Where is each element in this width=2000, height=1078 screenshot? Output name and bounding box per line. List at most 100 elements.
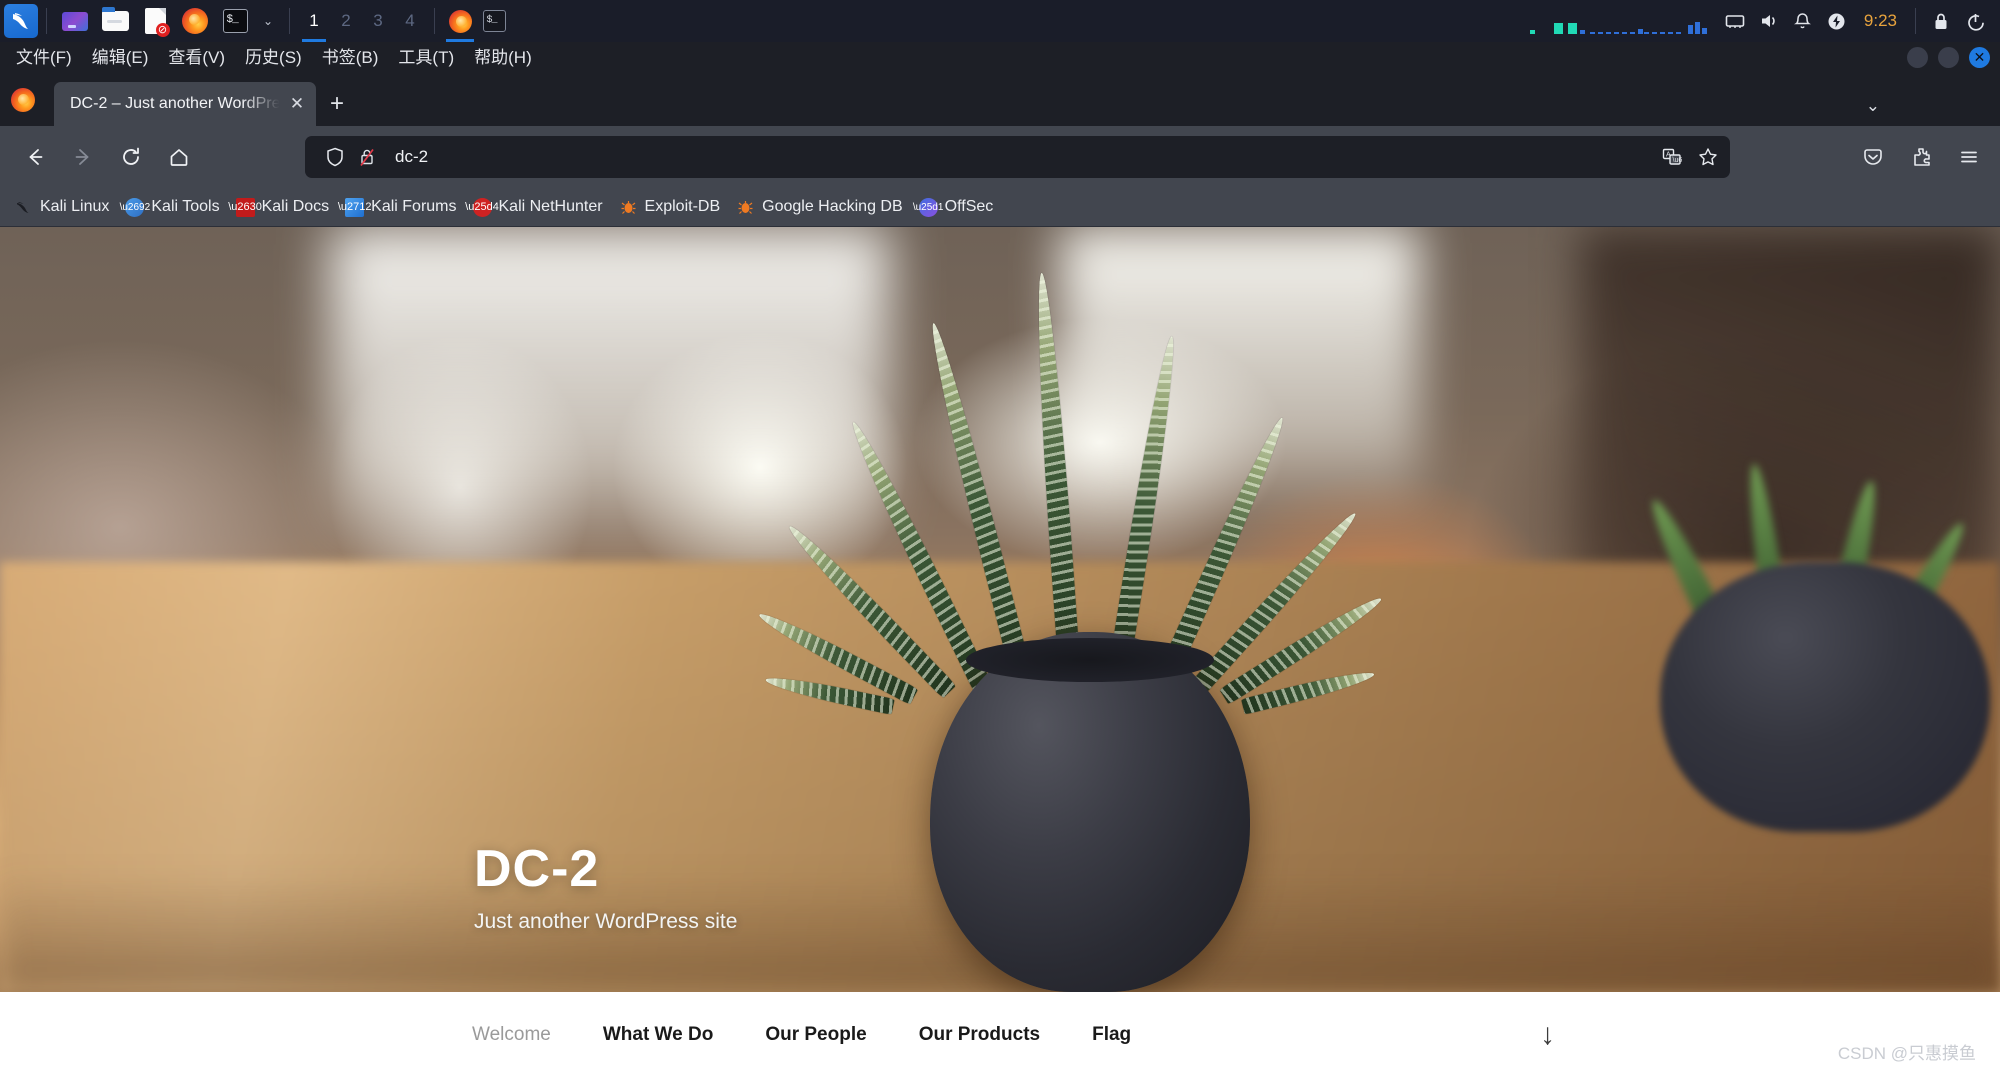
- bookmark-kali-nethunter[interactable]: \u25d4 Kali NetHunter: [465, 197, 603, 217]
- folder-icon[interactable]: [100, 6, 130, 36]
- nav-link-flag[interactable]: Flag: [1092, 1024, 1131, 1046]
- bookmark-kali-linux[interactable]: Kali Linux: [14, 198, 109, 217]
- offsec-icon: \u25d1: [913, 197, 943, 217]
- close-icon[interactable]: ✕: [286, 94, 308, 114]
- chevron-down-icon[interactable]: ⌄: [259, 14, 277, 28]
- workspace-switcher[interactable]: 1 2 3 4: [298, 0, 426, 42]
- url-text[interactable]: dc-2: [395, 147, 1656, 167]
- page-viewport: DC-2 Just another WordPress site Welcome…: [0, 227, 2000, 1078]
- firefox-menubar: 文件(F) 编辑(E) 查看(V) 历史(S) 书签(B) 工具(T) 帮助(H…: [0, 42, 2000, 74]
- bookmark-label: Exploit-DB: [644, 198, 721, 215]
- kali-forums-icon: \u2712: [338, 197, 371, 217]
- text-editor-icon[interactable]: [140, 6, 170, 37]
- home-button[interactable]: [158, 136, 200, 178]
- nav-link-what-we-do[interactable]: What We Do: [603, 1024, 713, 1046]
- window-controls: ✕: [1907, 47, 1990, 68]
- menu-tools[interactable]: 工具(T): [388, 42, 464, 74]
- window-light-left: [330, 227, 890, 557]
- hero-text-block: DC-2 Just another WordPress site: [474, 839, 737, 934]
- exploit-db-icon: [619, 198, 638, 217]
- apps-icon[interactable]: [60, 6, 90, 36]
- firefox-logo-icon: [0, 74, 46, 126]
- app-menu-icon[interactable]: [1948, 136, 1990, 178]
- svg-text:\u6587: \u6587: [1673, 157, 1683, 164]
- window-light-right: [1060, 227, 1420, 517]
- volume-icon[interactable]: [1752, 0, 1786, 42]
- bookmark-label: Kali Linux: [40, 198, 110, 215]
- panel-separator-2: [289, 8, 290, 34]
- panel-separator-3: [434, 8, 435, 34]
- bookmark-label: Google Hacking DB: [762, 198, 903, 215]
- menu-view[interactable]: 查看(V): [158, 42, 235, 74]
- bookmark-label: Kali Forums: [371, 198, 457, 215]
- forward-button[interactable]: [62, 136, 104, 178]
- menu-history[interactable]: 历史(S): [235, 42, 312, 74]
- clock[interactable]: 9:23: [1854, 11, 1907, 31]
- panel-separator: [46, 8, 47, 34]
- network-icon[interactable]: [1718, 0, 1752, 42]
- firefox-icon[interactable]: [180, 6, 210, 36]
- firefox-tabstrip: DC-2 – Just another WordPress site ✕ + ⌄: [0, 74, 2000, 126]
- lock-icon[interactable]: [1924, 0, 1958, 42]
- kali-docs-icon: \u2630: [228, 197, 262, 217]
- close-button[interactable]: ✕: [1969, 47, 1990, 68]
- minimize-button[interactable]: [1907, 47, 1928, 68]
- reload-button[interactable]: [110, 136, 152, 178]
- menu-file[interactable]: 文件(F): [6, 42, 82, 74]
- insecure-lock-icon[interactable]: [351, 141, 383, 173]
- nav-link-our-people[interactable]: Our People: [765, 1024, 866, 1046]
- network-monitor-graph: [1510, 8, 1710, 34]
- chevron-down-icon[interactable]: ⌄: [1866, 96, 1880, 116]
- xfce-top-panel: $_ ⌄ 1 2 3 4 $_ 9:23: [0, 0, 2000, 42]
- browser-tab-title: DC-2 – Just another WordPress site: [70, 95, 286, 112]
- pot-rim: [966, 638, 1214, 682]
- terminal-icon[interactable]: $_: [220, 6, 250, 36]
- notification-bell-icon[interactable]: [1786, 0, 1820, 42]
- site-navigation: Welcome What We Do Our People Our Produc…: [0, 992, 2000, 1078]
- back-button[interactable]: [14, 136, 56, 178]
- menu-bookmarks[interactable]: 书签(B): [312, 42, 389, 74]
- power-icon[interactable]: [1820, 0, 1854, 42]
- workspace-1[interactable]: 1: [298, 0, 330, 42]
- bookmark-offsec[interactable]: \u25d1 OffSec: [913, 197, 994, 217]
- bookmark-label: Kali Tools: [151, 198, 220, 215]
- watermark: CSDN @只惠摸鱼: [1837, 1044, 1976, 1063]
- bookmark-kali-docs[interactable]: \u2630 Kali Docs: [228, 197, 330, 217]
- url-bar[interactable]: dc-2 A\u6587: [305, 136, 1730, 178]
- panel-separator-4: [1915, 8, 1916, 34]
- translate-icon[interactable]: A\u6587: [1656, 141, 1688, 173]
- taskbutton-terminal[interactable]: $_: [477, 0, 511, 42]
- hero-section: DC-2 Just another WordPress site: [0, 227, 2000, 992]
- site-title: DC-2: [474, 839, 600, 898]
- logout-icon[interactable]: [1958, 0, 1992, 42]
- kali-dragon-icon: [14, 198, 33, 217]
- menu-edit[interactable]: 编辑(E): [82, 42, 159, 74]
- bookmark-kali-forums[interactable]: \u2712 Kali Forums: [338, 197, 457, 217]
- nav-link-welcome[interactable]: Welcome: [472, 1024, 551, 1046]
- bookmark-kali-tools[interactable]: \u2692 Kali Tools: [120, 197, 220, 217]
- workspace-3[interactable]: 3: [362, 0, 394, 42]
- bookmark-google-hacking-db[interactable]: Google Hacking DB: [736, 198, 903, 217]
- menu-help[interactable]: 帮助(H): [464, 42, 542, 74]
- bookmark-label: OffSec: [944, 198, 994, 215]
- firefox-navbar: dc-2 A\u6587: [0, 126, 2000, 188]
- browser-tab[interactable]: DC-2 – Just another WordPress site ✕: [54, 82, 316, 126]
- bookmark-exploit-db[interactable]: Exploit-DB: [619, 198, 721, 217]
- bookmark-label: Kali Docs: [261, 198, 330, 215]
- kali-nethunter-icon: \u25d4: [465, 197, 499, 217]
- plant-pot: [930, 632, 1250, 992]
- workspace-2[interactable]: 2: [330, 0, 362, 42]
- extensions-icon[interactable]: [1900, 136, 1942, 178]
- bookmark-star-icon[interactable]: [1692, 141, 1724, 173]
- scroll-down-arrow-icon[interactable]: ↓: [1540, 1018, 1555, 1052]
- bookmark-label: Kali NetHunter: [498, 198, 603, 215]
- kali-menu-icon[interactable]: [4, 4, 38, 38]
- taskbutton-firefox[interactable]: [443, 0, 477, 42]
- nav-link-our-products[interactable]: Our Products: [919, 1024, 1040, 1046]
- new-tab-button[interactable]: +: [316, 82, 358, 126]
- site-nav-links: Welcome What We Do Our People Our Produc…: [472, 1024, 1183, 1046]
- pocket-icon[interactable]: [1852, 136, 1894, 178]
- shield-icon[interactable]: [319, 141, 351, 173]
- maximize-button[interactable]: [1938, 47, 1959, 68]
- workspace-4[interactable]: 4: [394, 0, 426, 42]
